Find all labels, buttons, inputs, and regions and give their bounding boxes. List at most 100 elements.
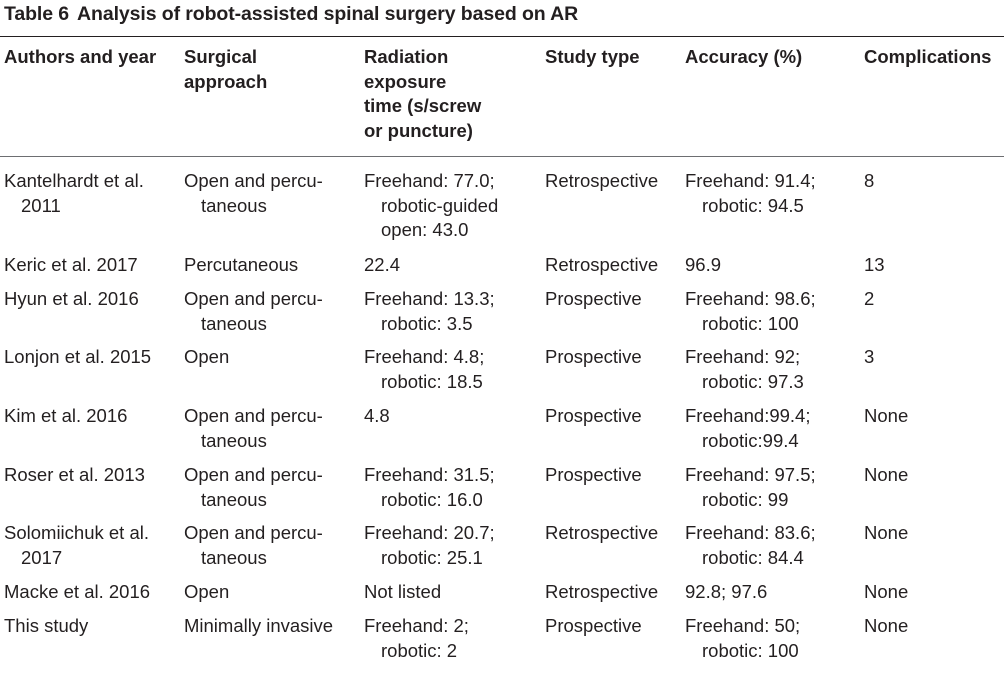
cell-line: robotic-guided	[381, 194, 499, 216]
cell-line: None	[864, 522, 909, 543]
header-rule	[0, 156, 1004, 157]
cell-study-type: Retrospective	[545, 521, 658, 546]
cell-line: taneous	[201, 194, 267, 216]
header-line: exposure	[364, 70, 447, 92]
cell-line: Freehand: 13.3;	[364, 288, 495, 309]
cell-complications: 13	[864, 253, 885, 278]
cell-line: 4.8	[364, 405, 390, 426]
cell-complications: 2	[864, 287, 874, 312]
cell-line: 3	[864, 346, 875, 367]
cell-study-type: Prospective	[545, 287, 642, 312]
cell-radiation: Freehand: 20.7; robotic: 25.1	[364, 521, 495, 570]
cell-study-type: Prospective	[545, 345, 642, 370]
cell-line: robotic: 97.3	[702, 370, 804, 392]
cell-line: taneous	[201, 429, 267, 451]
cell-approach: Open and percu-taneous	[184, 169, 323, 218]
header-line: or puncture)	[364, 119, 473, 141]
cell-line: open: 43.0	[381, 219, 469, 240]
cell-line: None	[864, 464, 909, 485]
cell-line: Freehand: 91.4;	[685, 170, 816, 191]
cell-line: Prospective	[545, 464, 642, 485]
cell-line: taneous	[201, 488, 267, 510]
cell-line: Kim et al. 2016	[4, 405, 128, 426]
cell-accuracy: Freehand: 50; robotic: 100	[685, 614, 800, 663]
cell-line: Freehand: 98.6;	[685, 288, 816, 309]
cell-line: Freehand: 92;	[685, 346, 801, 367]
cell-approach: Open and percu-taneous	[184, 404, 323, 453]
cell-line: 2011	[21, 194, 61, 216]
cell-line: robotic: 2	[381, 639, 458, 661]
cell-line: robotic:99.4	[702, 429, 799, 451]
cell-line: Not listed	[364, 581, 442, 602]
cell-study-type: Retrospective	[545, 253, 658, 278]
cell-line: Freehand: 77.0;	[364, 170, 495, 191]
header-line: Complications	[864, 46, 992, 67]
cell-line: robotic: 18.5	[381, 370, 483, 392]
header-radiation: Radiation exposure time (s/screw or punctur…	[364, 45, 481, 143]
cell-line: Open and percu-	[184, 464, 323, 485]
cell-line: robotic: 94.5	[702, 194, 804, 216]
cell-approach: Percutaneous	[184, 253, 298, 278]
cell-radiation: Freehand: 31.5; robotic: 16.0	[364, 463, 495, 512]
cell-line: Freehand: 97.5;	[685, 464, 816, 485]
cell-approach: Open and percu-taneous	[184, 463, 323, 512]
cell-radiation: Freehand: 77.0; robotic-guided open: 43.0	[364, 169, 498, 243]
cell-accuracy: 96.9	[685, 253, 721, 278]
cell-authors: Solomiichuk et al. 2017	[4, 521, 149, 570]
cell-line: Lonjon et al. 2015	[4, 346, 152, 367]
header-line: Radiation	[364, 46, 449, 67]
cell-line: Prospective	[545, 615, 642, 636]
cell-accuracy: Freehand:99.4; robotic:99.4	[685, 404, 810, 453]
cell-line: Solomiichuk et al.	[4, 522, 149, 543]
cell-complications: 8	[864, 169, 874, 194]
cell-line: None	[864, 581, 909, 602]
cell-accuracy: Freehand: 83.6; robotic: 84.4	[685, 521, 816, 570]
cell-approach: Open and percu-taneous	[184, 287, 323, 336]
cell-accuracy: Freehand: 91.4; robotic: 94.5	[685, 169, 816, 218]
cell-line: Retrospective	[545, 581, 659, 602]
cell-line: Open and percu-	[184, 405, 323, 426]
cell-radiation: 22.4	[364, 253, 400, 278]
table-label: Table 6	[4, 3, 70, 25]
header-approach: Surgical approach	[184, 45, 267, 94]
cell-line: Open and percu-	[184, 288, 323, 309]
cell-approach: Open	[184, 580, 229, 605]
header-authors: Authors and year	[4, 45, 156, 70]
cell-authors: Roser et al. 2013	[4, 463, 145, 488]
cell-line: Retrospective	[545, 522, 659, 543]
cell-line: taneous	[201, 546, 267, 568]
cell-radiation: Freehand: 2; robotic: 2	[364, 614, 469, 663]
cell-authors: Lonjon et al. 2015	[4, 345, 151, 370]
cell-line: robotic: 100	[702, 639, 799, 661]
cell-line: Freehand: 4.8;	[364, 346, 485, 367]
cell-line: 96.9	[685, 254, 722, 275]
cell-line: robotic: 84.4	[702, 546, 804, 568]
cell-accuracy: 92.8; 97.6	[685, 580, 767, 605]
cell-complications: None	[864, 580, 908, 605]
table-caption: Table 6 Analysis of robot-assisted spinal…	[4, 2, 578, 26]
header-line: Accuracy (%)	[685, 46, 803, 67]
cell-radiation: 4.8	[364, 404, 390, 429]
cell-line: Freehand: 2;	[364, 615, 469, 636]
cell-line: 13	[864, 254, 885, 275]
header-accuracy: Accuracy (%)	[685, 45, 802, 70]
cell-complications: None	[864, 614, 908, 639]
cell-line: None	[864, 615, 909, 636]
cell-line: 22.4	[364, 254, 401, 275]
cell-line: Keric et al. 2017	[4, 254, 138, 275]
header-line: Study type	[545, 46, 640, 67]
cell-authors: Keric et al. 2017	[4, 253, 138, 278]
cell-line: Open and percu-	[184, 522, 323, 543]
cell-line: Freehand: 83.6;	[685, 522, 816, 543]
header-line: Authors and year	[4, 46, 157, 67]
cell-study-type: Prospective	[545, 404, 642, 429]
header-study-type: Study type	[545, 45, 640, 70]
cell-line: This study	[4, 615, 89, 636]
cell-line: Retrospective	[545, 254, 659, 275]
cell-authors: Kantelhardt et al. 2011	[4, 169, 144, 218]
cell-authors: Kim et al. 2016	[4, 404, 127, 429]
cell-complications: None	[864, 404, 908, 429]
cell-study-type: Retrospective	[545, 169, 658, 194]
table-title: Analysis of robot-assisted spinal surger…	[77, 3, 579, 25]
cell-line: Prospective	[545, 405, 642, 426]
